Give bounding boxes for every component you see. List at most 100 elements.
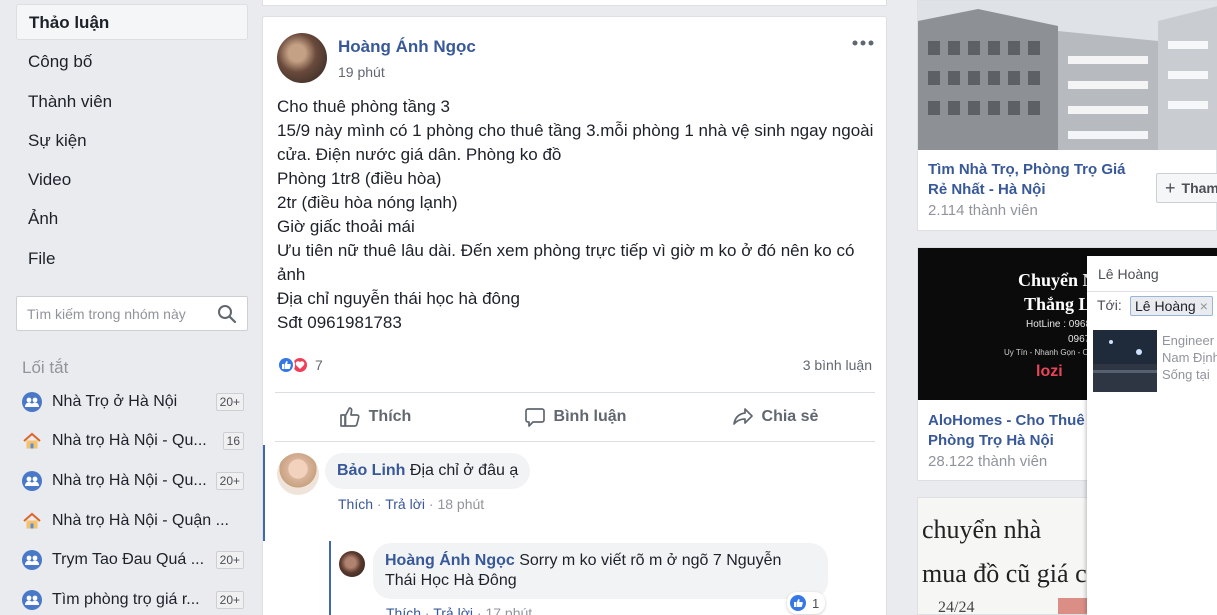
shortcut-badge: 20+ xyxy=(215,591,244,609)
shortcut-label: Trym Tao Đau Quá ... xyxy=(52,551,205,568)
plus-icon: + xyxy=(1165,177,1176,198)
chat-info-line: Engineer xyxy=(1162,333,1215,348)
chat-info-line: Sống tại xyxy=(1162,367,1210,382)
reply-reaction-badge[interactable]: 1 xyxy=(787,592,826,614)
suggested-group-title[interactable]: Tìm Nhà Trọ, Phòng Trọ Giá Rẻ Nhất - Hà … xyxy=(928,160,1138,200)
comment-count-link[interactable]: 3 bình luận xyxy=(803,357,872,373)
comment-button[interactable]: Bình luận xyxy=(475,393,675,441)
commenter-name[interactable]: Bảo Linh xyxy=(337,462,405,479)
reply-reaction-count: 1 xyxy=(812,595,820,611)
group-search-box xyxy=(16,296,248,331)
post-text: Cho thuê phòng tầng 3 15/9 này mình có 1… xyxy=(277,95,877,335)
nav-photos[interactable]: Ảnh xyxy=(16,201,248,237)
profile-cover-thumbnail[interactable] xyxy=(1093,330,1157,392)
post-line: Sđt 0961981783 xyxy=(277,313,402,332)
group-icon xyxy=(22,590,42,610)
nav-files[interactable]: File xyxy=(16,241,248,277)
comment-bubble: Bảo Linh Địa chỉ ở đâu ạ xyxy=(325,453,531,489)
post-line: Phòng 1tr8 (điều hòa) xyxy=(277,169,442,188)
join-group-label: Tham xyxy=(1181,180,1217,196)
feed-post: Hoàng Ánh Ngọc 19 phút Cho thuê phòng tầ… xyxy=(262,16,887,615)
post-author[interactable]: Hoàng Ánh Ngọc xyxy=(338,37,476,57)
thumbs-up-icon xyxy=(339,407,360,427)
commenter-avatar[interactable] xyxy=(277,453,319,495)
comment-reply-link[interactable]: Trả lời xyxy=(385,496,425,512)
reply-bubble: Hoàng Ánh Ngọc Sorry m ko viết rõ m ở ng… xyxy=(373,543,828,599)
nav-events[interactable]: Sự kiện xyxy=(16,123,248,159)
remove-recipient-icon[interactable]: × xyxy=(1200,298,1208,314)
comment-thread-line xyxy=(263,445,265,541)
group-icon xyxy=(22,392,42,412)
chat-profile-info: Engineer Nam Định Sống tại xyxy=(1162,332,1217,383)
reply-thread-line xyxy=(329,541,331,615)
shortcut-label: Nhà Trọ ở Hà Nội xyxy=(52,393,178,410)
shortcut-item[interactable]: Nhà trọ Hà Nội - Qu... 20+ xyxy=(22,466,244,496)
shortcut-label: Nhà trọ Hà Nội - Quận ... xyxy=(52,512,229,529)
share-button[interactable]: Chia sẻ xyxy=(675,393,875,441)
shortcut-label: Nhà trọ Hà Nội - Qu... xyxy=(52,472,207,489)
share-arrow-icon xyxy=(732,408,753,425)
reply-reply-link[interactable]: Trả lời xyxy=(433,605,473,615)
reply-timestamp[interactable]: 17 phút xyxy=(485,605,532,615)
author-avatar[interactable] xyxy=(277,33,327,83)
reaction-count: 7 xyxy=(315,357,323,373)
post-line: 2tr (điều hòa nóng lạnh) xyxy=(277,193,458,212)
shortcut-badge: 20+ xyxy=(215,472,244,490)
more-options-icon[interactable] xyxy=(850,35,876,51)
chat-header[interactable]: Lê Hoàng xyxy=(1087,256,1217,292)
building-photo[interactable] xyxy=(918,1,1217,150)
nav-members[interactable]: Thành viên xyxy=(16,84,248,120)
chat-to-label: Tới: xyxy=(1097,297,1122,313)
previous-post-edge xyxy=(262,0,887,6)
nav-announcements[interactable]: Công bố xyxy=(16,44,248,80)
shortcut-item[interactable]: Nhà trọ Hà Nội - Qu... 16 xyxy=(22,426,244,456)
reply-author-name[interactable]: Hoàng Ánh Ngọc xyxy=(385,552,515,569)
reaction-summary[interactable]: 7 xyxy=(277,356,323,374)
search-icon[interactable] xyxy=(217,304,237,324)
banner-text: lozi xyxy=(1036,363,1063,380)
like-reaction-icon xyxy=(789,594,807,612)
comment-meta: Thích · Trả lời · 18 phút xyxy=(338,496,485,512)
shortcut-item[interactable]: Tìm phòng trọ giá r... 20+ xyxy=(22,585,244,615)
post-line: Địa chỉ nguyễn thái học hà đông xyxy=(277,289,520,308)
suggested-group-members: 2.114 thành viên xyxy=(928,202,1038,219)
post-action-bar: Thích Bình luận Chia sẻ xyxy=(275,392,875,442)
comment-timestamp[interactable]: 18 phút xyxy=(437,496,484,512)
suggested-group-title[interactable]: AloHomes - Cho Thuê Phòng Trọ Hà Nội xyxy=(928,411,1098,451)
share-button-label: Chia sẻ xyxy=(761,408,819,425)
chat-info-line: Nam Định xyxy=(1162,350,1217,365)
banner-text: chuyển nhà xyxy=(922,515,1042,544)
shortcut-label: Tìm phòng trọ giá r... xyxy=(52,591,200,608)
group-icon xyxy=(22,471,42,491)
nav-videos[interactable]: Video xyxy=(16,162,248,198)
post-timestamp[interactable]: 19 phút xyxy=(338,64,385,80)
nav-discussion[interactable]: Thảo luận xyxy=(16,4,248,40)
recipient-name: Lê Hoàng xyxy=(1135,298,1196,314)
like-button-label: Thích xyxy=(368,408,412,425)
shortcut-item[interactable]: Nhà trọ Hà Nội - Quận ... xyxy=(22,506,244,536)
reply-like-link[interactable]: Thích xyxy=(386,605,421,615)
comments-section: Bảo Linh Địa chỉ ở đâu ạ Thích · Trả lời… xyxy=(263,445,886,615)
post-line: Cho thuê phòng tầng 3 xyxy=(277,97,450,116)
shortcut-item[interactable]: Trym Tao Đau Quá ... 20+ xyxy=(22,545,244,575)
banner-text: mua đồ cũ giá cao xyxy=(922,559,1111,588)
group-search-input[interactable] xyxy=(17,297,207,330)
shortcut-badge: 20+ xyxy=(215,551,244,569)
comment-like-link[interactable]: Thích xyxy=(338,496,373,512)
like-button[interactable]: Thích xyxy=(275,393,475,441)
like-reaction-icon xyxy=(277,356,295,374)
shortcut-badge: 16 xyxy=(222,432,244,450)
suggested-group-members: 28.122 thành viên xyxy=(928,453,1048,470)
join-group-button[interactable]: + Tham xyxy=(1156,173,1217,203)
banner-text: 24/24 xyxy=(938,599,974,615)
group-sidebar: Thảo luận Công bố Thành viên Sự kiện Vid… xyxy=(0,0,262,615)
comment-bubble-icon xyxy=(524,408,545,427)
shortcut-label: Nhà trọ Hà Nội - Qu... xyxy=(52,432,207,449)
new-message-popup: Lê Hoàng Tới: Lê Hoàng × Engineer Nam Địn… xyxy=(1087,256,1217,615)
shortcuts-heading: Lối tắt xyxy=(22,358,69,377)
house-icon xyxy=(23,512,41,529)
recipient-token[interactable]: Lê Hoàng × xyxy=(1130,296,1213,316)
reply-meta: Thích · Trả lời · 17 phút xyxy=(386,605,532,615)
reply-author-avatar[interactable] xyxy=(339,551,365,577)
shortcut-item[interactable]: Nhà Trọ ở Hà Nội 20+ xyxy=(22,387,244,417)
